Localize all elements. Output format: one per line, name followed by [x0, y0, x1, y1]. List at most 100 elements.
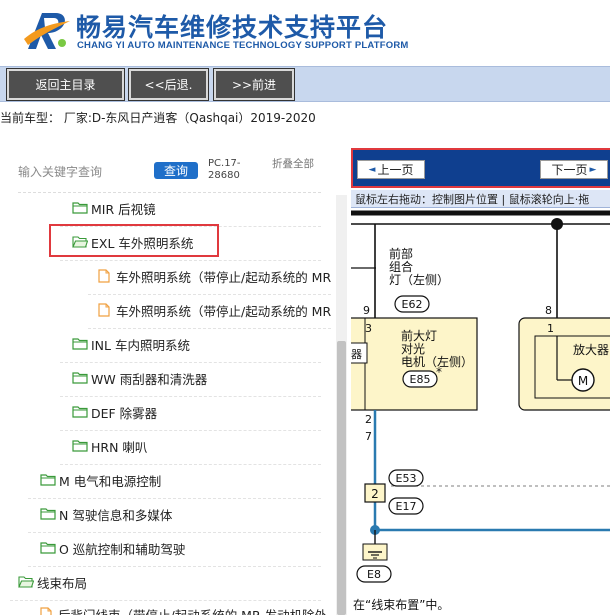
pin-2-top: 2: [365, 413, 372, 426]
headlamp-label-2: 对光: [401, 342, 425, 356]
asterisk-mark: *: [436, 365, 442, 379]
divider: [18, 192, 321, 193]
tree-item-label: MIR 后视镜: [91, 201, 156, 217]
tree-item-label: O 巡航控制和辅助驾驶: [59, 541, 186, 557]
tree-item-label: 车外照明系统（带停止/起动系统的 MR: [116, 303, 332, 319]
front-lamp-label-1: 前部: [389, 246, 413, 261]
tree-item[interactable]: DEF 除雾器: [72, 402, 157, 422]
front-lamp-label-2: 组合: [389, 259, 413, 274]
pin-9: 9: [363, 304, 370, 317]
pc-code: PC.17-28680: [208, 158, 241, 181]
diagram-viewer: ◄ 上一页 下一页 ► 鼠标左右拖动：控制图片位置 | 鼠标滚轮向上·拖 前部 …: [348, 140, 610, 615]
divider: [88, 328, 331, 329]
search-input[interactable]: [18, 162, 143, 182]
toolbar: 返回主目录 <<后退. >>前进: [0, 66, 610, 102]
tree-item[interactable]: 车外照明系统（带停止/起动系统的 MR: [98, 266, 331, 286]
folder-icon: [40, 542, 56, 554]
folder-icon: [40, 508, 56, 520]
folder-icon: [40, 474, 56, 486]
pin-1: 1: [547, 322, 554, 335]
connector-e8-label: E8: [367, 568, 381, 581]
current-model: 当前车型： 厂家:D-东风日产逍客（Qashqai）2019-2020: [0, 111, 316, 125]
folder-icon: [72, 338, 88, 350]
prev-page-label: 上一页: [377, 163, 414, 177]
divider: [28, 498, 321, 499]
diagram-note: 在“线束布置”中。: [353, 598, 450, 612]
home-button[interactable]: 返回主目录: [6, 68, 125, 101]
navigation-pane: 查询 PC.17-28680 折叠全部 MIR 后视镜EXL 车外照明系统车外照…: [0, 140, 348, 615]
tree-item[interactable]: MIR 后视镜: [72, 198, 156, 218]
tree-item[interactable]: 线束布局: [18, 572, 87, 592]
pin-3: 3: [365, 322, 372, 335]
next-page-label: 下一页: [551, 163, 588, 177]
tree-item-label: HRN 喇叭: [91, 439, 148, 455]
front-lamp-label-3: 灯（左侧）: [389, 272, 449, 287]
tree-item[interactable]: N 驾驶信息和多媒体: [40, 504, 172, 524]
tree-scrollbar[interactable]: [336, 195, 347, 615]
relay-label-cut: 器: [351, 348, 362, 361]
arrow-left-icon: ◄: [368, 164, 376, 175]
next-page-button[interactable]: 下一页 ►: [540, 160, 608, 179]
tree-item-label: N 驾驶信息和多媒体: [59, 507, 173, 523]
headlamp-label-1: 前大灯: [401, 328, 437, 343]
connector-e17-label: E17: [396, 500, 417, 513]
selection-highlight: [49, 224, 219, 257]
tree-item[interactable]: WW 雨刮器和清洗器: [72, 368, 207, 388]
app-window: 畅易汽车维修技术支持平台 CHANG YI AUTO MAINTENANCE T…: [0, 0, 610, 615]
divider: [60, 464, 321, 465]
tree-item[interactable]: O 巡航控制和辅助驾驶: [40, 538, 185, 558]
arrow-right-icon: ►: [589, 164, 597, 175]
tree-item[interactable]: INL 车内照明系统: [72, 334, 190, 354]
divider: [28, 532, 321, 533]
motor-label: M: [578, 374, 588, 388]
pin-8: 8: [545, 304, 552, 317]
platform-subtitle: CHANG YI AUTO MAINTENANCE TECHNOLOGY SUP…: [77, 40, 409, 51]
tree-item[interactable]: HRN 喇叭: [72, 436, 147, 456]
divider: [60, 430, 321, 431]
header: 畅易汽车维修技术支持平台 CHANG YI AUTO MAINTENANCE T…: [0, 0, 610, 66]
amplifier-label: 放大器: [573, 342, 609, 357]
tree-item-label: WW 雨刮器和清洗器: [91, 371, 208, 387]
tree-item-label: DEF 除雾器: [91, 405, 158, 421]
page-nav-bar: ◄ 上一页 下一页 ►: [351, 148, 610, 188]
viewer-hint: 鼠标左右拖动：控制图片位置 | 鼠标滚轮向上·拖: [351, 190, 610, 208]
tree-item-label: 线束布局: [37, 575, 88, 591]
platform-title: 畅易汽车维修技术支持平台: [76, 13, 389, 42]
search-button[interactable]: 查询: [154, 162, 198, 179]
tree-item-label: 后背门线束（带停止/起动系统的 MR 发动机除外: [58, 607, 328, 615]
tree-item[interactable]: 车外照明系统（带停止/起动系统的 MR: [98, 300, 331, 320]
divider: [60, 396, 321, 397]
connector-e62-label: E62: [402, 298, 423, 311]
connector-e53-label: E53: [396, 472, 417, 485]
wiring-diagram[interactable]: 前部 组合 灯（左侧） E62 9 8 3 器 前大灯 对光 电机（左侧） E8…: [351, 210, 610, 615]
amplifier-box: [518, 317, 610, 411]
pin-7: 7: [365, 430, 372, 443]
folder-icon: [72, 406, 88, 418]
divider: [60, 362, 321, 363]
divider: [10, 600, 321, 601]
tree-item-label: 车外照明系统（带停止/起动系统的 MR: [116, 269, 332, 285]
pin-2-box-label: 2: [371, 487, 379, 501]
search-row: 查询 PC.17-28680 折叠全部: [18, 158, 328, 186]
prev-page-button[interactable]: ◄ 上一页: [357, 160, 425, 179]
folder-icon: [72, 202, 88, 214]
tree-item-label: INL 车内照明系统: [91, 337, 190, 353]
tree-item-label: M 电气和电源控制: [59, 473, 162, 489]
forward-button[interactable]: >>前进: [213, 68, 295, 101]
folder-icon: [72, 440, 88, 452]
divider: [28, 566, 321, 567]
document-icon: [98, 269, 110, 283]
back-button[interactable]: <<后退.: [128, 68, 209, 101]
divider: [88, 294, 331, 295]
document-icon: [40, 607, 52, 615]
tree-item[interactable]: 后背门线束（带停止/起动系统的 MR 发动机除外: [40, 604, 327, 615]
logo-icon: [24, 13, 70, 49]
scrollbar-thumb[interactable]: [337, 341, 346, 615]
divider: [60, 260, 321, 261]
tree-item[interactable]: M 电气和电源控制: [40, 470, 161, 490]
folder-open-icon: [18, 576, 35, 588]
connector-e85-label: E85: [410, 373, 431, 386]
fold-all-link[interactable]: 折叠全部: [272, 158, 314, 170]
document-icon: [98, 303, 110, 317]
folder-icon: [72, 372, 88, 384]
